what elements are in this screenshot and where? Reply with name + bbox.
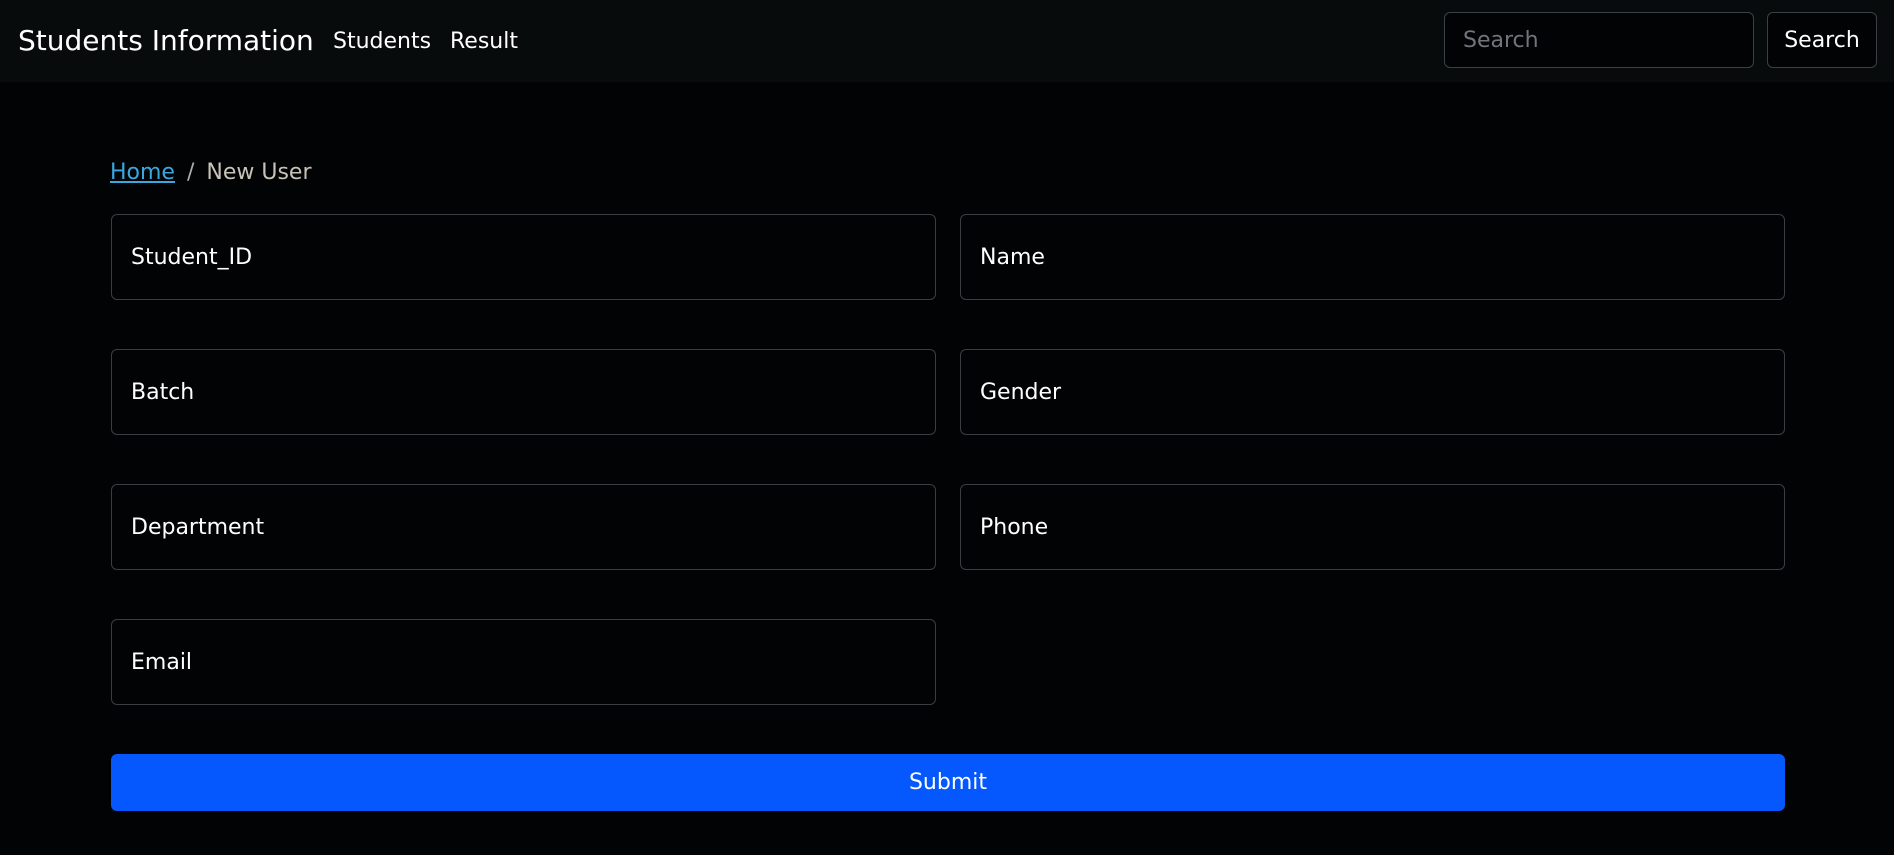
breadcrumb-current: New User: [206, 160, 312, 185]
top-navbar: Students Information Students Result Sea…: [0, 0, 1894, 82]
brand-title[interactable]: Students Information: [18, 21, 314, 61]
breadcrumb-separator: /: [186, 160, 195, 185]
batch-field-wrapper: [111, 349, 936, 435]
batch-field[interactable]: [112, 350, 935, 434]
name-field[interactable]: [961, 215, 1784, 299]
student-id-field-wrapper: [111, 214, 936, 300]
submit-button[interactable]: Submit: [111, 754, 1785, 811]
email-field[interactable]: [112, 620, 935, 704]
gender-field[interactable]: [961, 350, 1784, 434]
breadcrumb: Home / New User: [110, 157, 312, 189]
name-field-wrapper: [960, 214, 1785, 300]
search-input[interactable]: [1444, 12, 1754, 68]
gender-field-wrapper: [960, 349, 1785, 435]
email-field-wrapper: [111, 619, 936, 705]
student-id-field[interactable]: [112, 215, 935, 299]
phone-field[interactable]: [961, 485, 1784, 569]
department-field[interactable]: [112, 485, 935, 569]
breadcrumb-home-link[interactable]: Home: [110, 160, 175, 185]
search-button[interactable]: Search: [1767, 12, 1877, 68]
phone-field-wrapper: [960, 484, 1785, 570]
department-field-wrapper: [111, 484, 936, 570]
nav-link-result[interactable]: Result: [450, 27, 518, 57]
nav-link-students[interactable]: Students: [333, 27, 431, 57]
